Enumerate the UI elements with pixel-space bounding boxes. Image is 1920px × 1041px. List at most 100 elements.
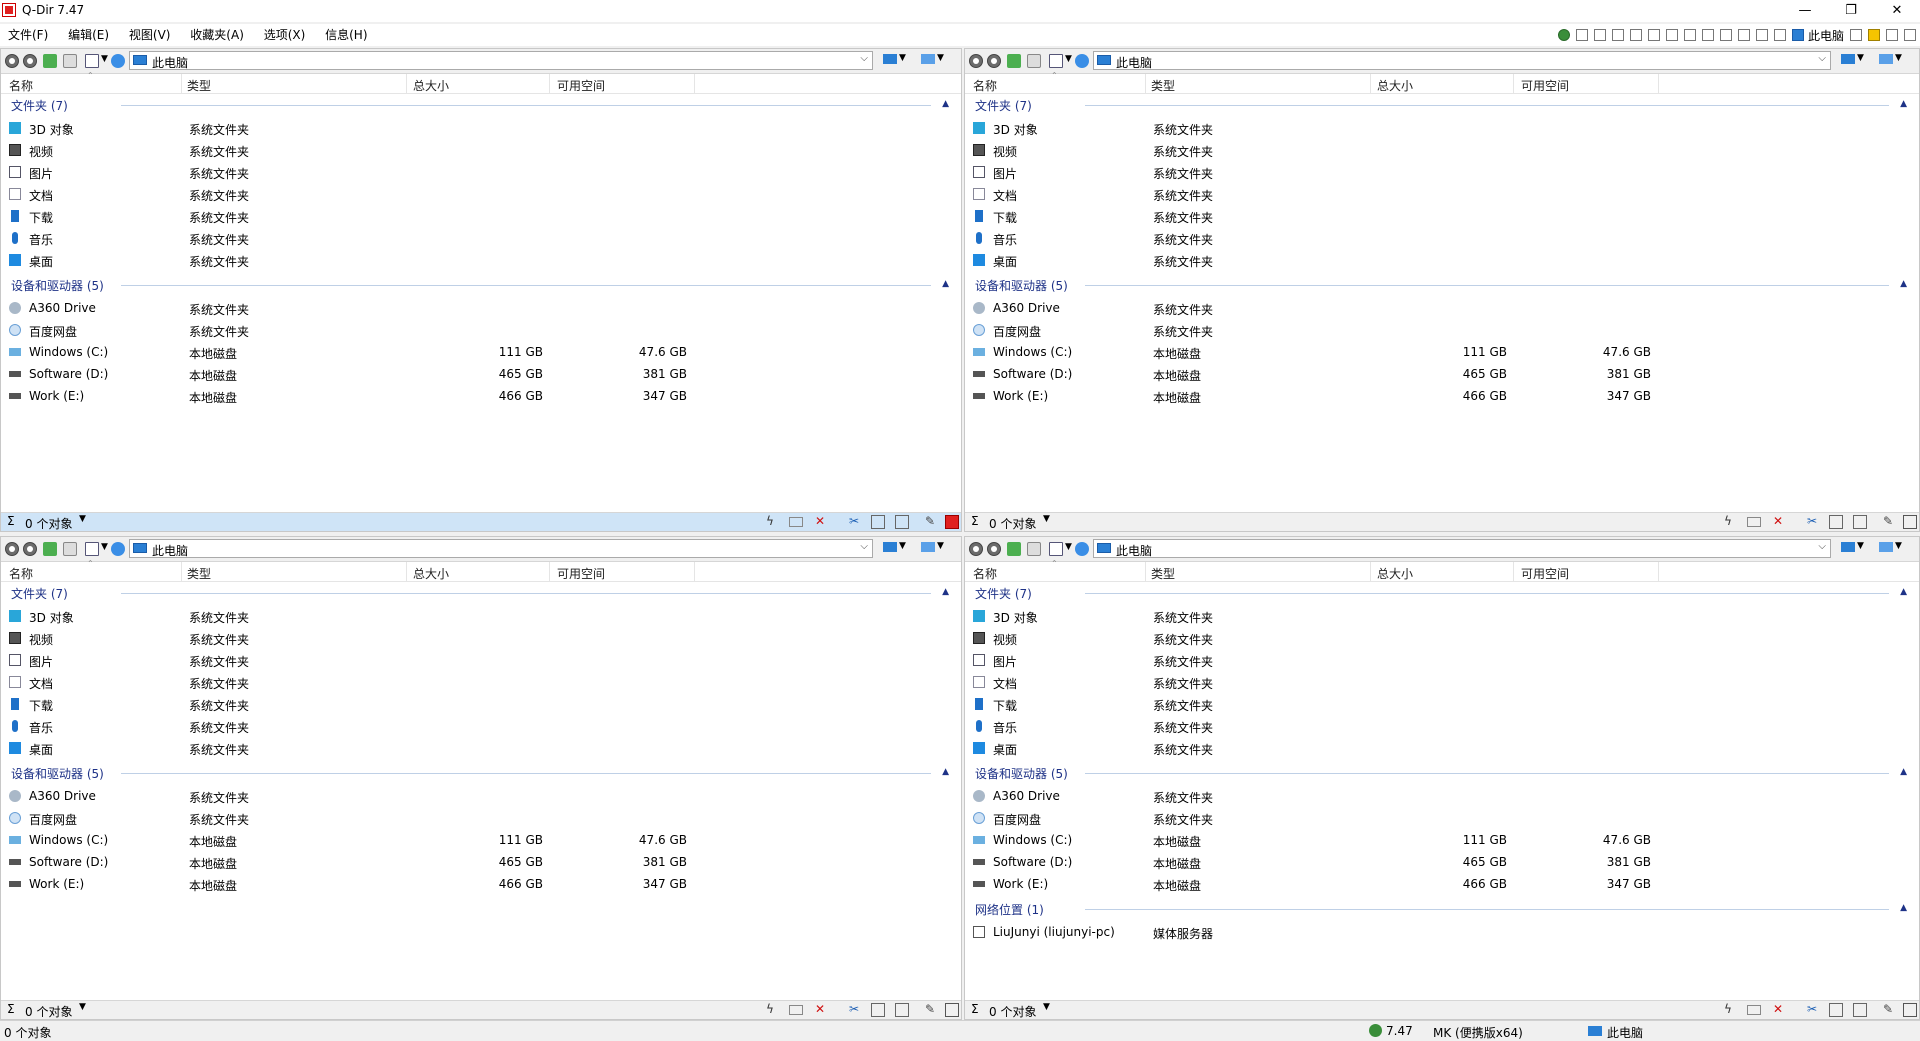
- layout-3-icon[interactable]: [1629, 29, 1642, 41]
- refresh-icon[interactable]: [111, 542, 125, 556]
- mail-icon[interactable]: [789, 517, 803, 527]
- copy-icon[interactable]: [871, 515, 885, 529]
- layout-4-icon[interactable]: [1647, 29, 1660, 41]
- column-name[interactable]: 名称: [973, 77, 997, 94]
- group-header[interactable]: 设备和驱动器 (5): [11, 765, 104, 782]
- layout-6-icon[interactable]: [1683, 29, 1696, 41]
- view-mode-icon[interactable]: [85, 54, 99, 68]
- menu-favorites[interactable]: 收藏夹(A): [182, 24, 252, 46]
- up-folder-icon[interactable]: [43, 54, 57, 68]
- copy-icon[interactable]: [871, 1003, 885, 1017]
- column-total-size[interactable]: 总大小: [1377, 565, 1413, 582]
- view-mode-icon[interactable]: [1049, 54, 1063, 68]
- tools-icon[interactable]: [1886, 29, 1898, 41]
- column-name[interactable]: 名称: [9, 77, 33, 94]
- group-header[interactable]: 设备和驱动器 (5): [975, 277, 1068, 294]
- paste-icon[interactable]: [1853, 1003, 1867, 1017]
- desktop-button[interactable]: ▼: [1841, 53, 1864, 67]
- list-item[interactable]: 音乐 系统文件夹: [965, 229, 1919, 247]
- rename-icon[interactable]: ✎: [1881, 1003, 1895, 1017]
- bolt-icon[interactable]: ϟ: [763, 515, 777, 529]
- view-mode-icon[interactable]: [85, 542, 99, 556]
- collapse-group-icon[interactable]: ▲: [1900, 279, 1907, 289]
- list-item[interactable]: A360 Drive 系统文件夹: [965, 299, 1919, 317]
- list-item[interactable]: A360 Drive 系统文件夹: [1, 787, 961, 805]
- forward-icon[interactable]: [23, 54, 37, 68]
- paste-icon[interactable]: [895, 515, 909, 529]
- close-button[interactable]: ✕: [1874, 0, 1920, 22]
- menu-edit[interactable]: 编辑(E): [60, 24, 117, 46]
- layout-7-icon[interactable]: [1701, 29, 1714, 41]
- collapse-group-icon[interactable]: ▲: [1900, 99, 1907, 109]
- list-item[interactable]: 文档 系统文件夹: [965, 185, 1919, 203]
- list-item[interactable]: Software (D:) 本地磁盘 465 GB 381 GB: [965, 853, 1919, 871]
- list-item[interactable]: Windows (C:) 本地磁盘 111 GB 47.6 GB: [965, 343, 1919, 361]
- layout-1-icon[interactable]: [1593, 29, 1606, 41]
- list-item[interactable]: Windows (C:) 本地磁盘 111 GB 47.6 GB: [1, 343, 961, 361]
- list-item[interactable]: 桌面 系统文件夹: [965, 739, 1919, 757]
- group-header[interactable]: 文件夹 (7): [11, 585, 68, 602]
- group-header[interactable]: 文件夹 (7): [11, 97, 68, 114]
- delete-icon[interactable]: ✕: [813, 1003, 827, 1017]
- menu-file[interactable]: 文件(F): [0, 24, 56, 46]
- minimize-button[interactable]: —: [1782, 0, 1828, 22]
- collapse-group-icon[interactable]: ▲: [942, 767, 949, 777]
- list-item[interactable]: 文档 系统文件夹: [1, 185, 961, 203]
- view-dropdown-icon[interactable]: ▼: [101, 54, 108, 64]
- column-free-space[interactable]: 可用空间: [1521, 565, 1569, 582]
- maximize-button[interactable]: ❐: [1828, 0, 1874, 22]
- list-item[interactable]: 3D 对象 系统文件夹: [1, 607, 961, 625]
- close-pane-icon[interactable]: [945, 515, 959, 529]
- list-item[interactable]: Work (E:) 本地磁盘 466 GB 347 GB: [965, 387, 1919, 405]
- status-dropdown-icon[interactable]: ▼: [1043, 514, 1050, 524]
- back-icon[interactable]: [5, 542, 19, 556]
- list-item[interactable]: Windows (C:) 本地磁盘 111 GB 47.6 GB: [1, 831, 961, 849]
- rename-icon[interactable]: ✎: [923, 515, 937, 529]
- list-item[interactable]: 音乐 系统文件夹: [1, 229, 961, 247]
- favorites-icon[interactable]: [1027, 54, 1041, 68]
- refresh-icon[interactable]: [1075, 542, 1089, 556]
- cut-icon[interactable]: ✂: [847, 515, 861, 529]
- list-item[interactable]: 百度网盘 系统文件夹: [965, 321, 1919, 339]
- list-item[interactable]: Work (E:) 本地磁盘 466 GB 347 GB: [1, 875, 961, 893]
- cut-icon[interactable]: ✂: [1805, 1003, 1819, 1017]
- column-type[interactable]: 类型: [1151, 565, 1175, 582]
- tree-icon[interactable]: [1850, 29, 1862, 41]
- refresh-icon[interactable]: [1075, 54, 1089, 68]
- list-item[interactable]: 图片 系统文件夹: [1, 163, 961, 181]
- address-dropdown-icon[interactable]: ⌵: [1818, 53, 1826, 64]
- list-item[interactable]: Software (D:) 本地磁盘 465 GB 381 GB: [965, 365, 1919, 383]
- mail-icon[interactable]: [1747, 1005, 1761, 1015]
- list-item[interactable]: 视频 系统文件夹: [965, 141, 1919, 159]
- list-item[interactable]: 视频 系统文件夹: [1, 629, 961, 647]
- up-folder-icon[interactable]: [1007, 542, 1021, 556]
- favorites-icon[interactable]: [63, 54, 77, 68]
- delete-icon[interactable]: ✕: [813, 515, 827, 529]
- column-type[interactable]: 类型: [187, 565, 211, 582]
- column-name[interactable]: 名称: [973, 565, 997, 582]
- layout-2-icon[interactable]: [1611, 29, 1624, 41]
- desktop-button[interactable]: ▼: [883, 53, 906, 67]
- address-bar[interactable]: 此电脑 ⌵: [1093, 51, 1831, 70]
- bolt-icon[interactable]: ϟ: [1721, 1003, 1735, 1017]
- status-dropdown-icon[interactable]: ▼: [79, 1002, 86, 1012]
- list-item[interactable]: 视频 系统文件夹: [1, 141, 961, 159]
- list-item[interactable]: Windows (C:) 本地磁盘 111 GB 47.6 GB: [965, 831, 1919, 849]
- computer-button[interactable]: ▼: [1879, 541, 1902, 555]
- computer-button[interactable]: ▼: [921, 53, 944, 67]
- forward-icon[interactable]: [987, 542, 1001, 556]
- up-folder-icon[interactable]: [1007, 54, 1021, 68]
- list-item[interactable]: 音乐 系统文件夹: [965, 717, 1919, 735]
- computer-button[interactable]: ▼: [1879, 53, 1902, 67]
- up-folder-icon[interactable]: [43, 542, 57, 556]
- list-item[interactable]: 桌面 系统文件夹: [1, 739, 961, 757]
- copy-icon[interactable]: [1829, 515, 1843, 529]
- back-icon[interactable]: [969, 542, 983, 556]
- address-bar[interactable]: 此电脑 ⌵: [129, 51, 873, 70]
- list-item[interactable]: 3D 对象 系统文件夹: [1, 119, 961, 137]
- delete-icon[interactable]: ✕: [1771, 1003, 1785, 1017]
- rename-icon[interactable]: ✎: [923, 1003, 937, 1017]
- list-item[interactable]: 下载 系统文件夹: [965, 695, 1919, 713]
- close-pane-icon[interactable]: [1903, 1003, 1917, 1017]
- view-mode-icon[interactable]: [1049, 542, 1063, 556]
